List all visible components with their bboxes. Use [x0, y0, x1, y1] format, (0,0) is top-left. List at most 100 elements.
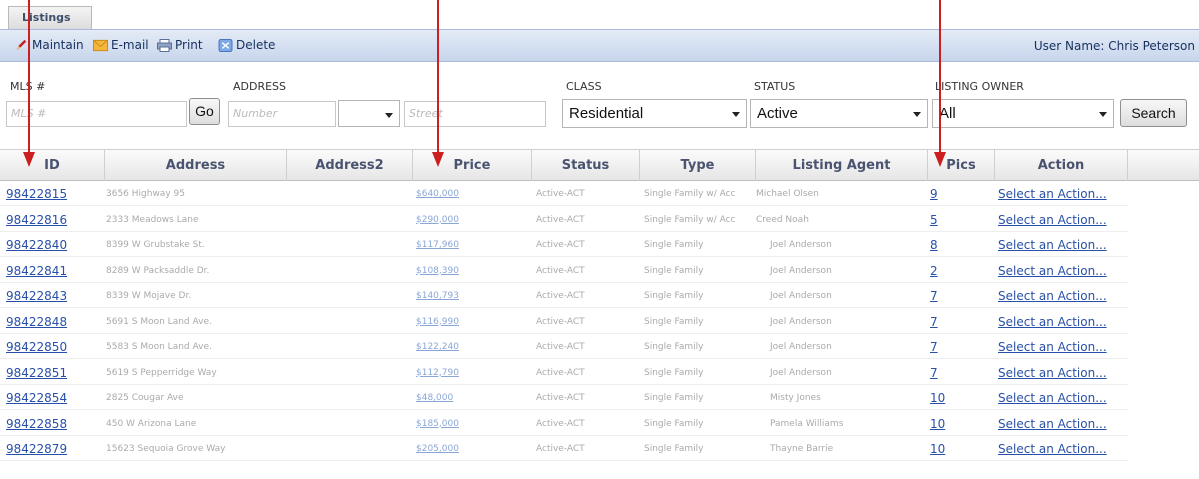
column-header-action[interactable]: Action [995, 150, 1128, 181]
print-button[interactable]: Print [157, 38, 203, 52]
listing-id-link[interactable]: 98422858 [6, 412, 101, 436]
listing-agent-cell: Joel Anderson [770, 265, 832, 276]
listing-id-link[interactable]: 98422879 [6, 437, 101, 461]
email-button[interactable]: E-mail [93, 38, 149, 52]
column-header-status[interactable]: Status [532, 150, 640, 181]
type-cell: Single Family [644, 240, 704, 250]
listing-id-link[interactable]: 98422848 [6, 310, 101, 334]
email-label: E-mail [111, 38, 149, 52]
price-link[interactable]: $48,000 [416, 386, 516, 410]
toolbar: Maintain E-mail Print Delete User Name: … [0, 29, 1199, 62]
print-label: Print [175, 38, 203, 52]
listing-owner-select[interactable]: All [932, 99, 1114, 128]
pics-link[interactable]: 7 [930, 310, 970, 334]
chevron-down-icon [1099, 112, 1107, 117]
type-cell: Single Family [644, 367, 704, 378]
select-action-link[interactable]: Select an Action... [998, 361, 1126, 385]
table-row: 98422858 450 W Arizona Lane $185,000 Active… [0, 412, 1128, 436]
listing-agent-cell: Pamela Williams [770, 418, 844, 429]
price-link[interactable]: $185,000 [416, 412, 516, 436]
pics-link[interactable]: 2 [930, 259, 970, 283]
status-cell: Active-ACT [536, 367, 585, 378]
select-action-link[interactable]: Select an Action... [998, 208, 1126, 232]
tab-listings[interactable]: Listings [8, 6, 92, 29]
listing-agent-cell: Joel Anderson [770, 316, 832, 327]
status-select[interactable]: Active [750, 99, 928, 128]
class-select[interactable]: Residential [562, 99, 747, 128]
column-header-listing-agent[interactable]: Listing Agent [756, 150, 928, 181]
select-action-link[interactable]: Select an Action... [998, 259, 1126, 283]
column-header-type[interactable]: Type [640, 150, 756, 181]
column-header-address2[interactable]: Address2 [287, 150, 413, 181]
type-cell: Single Family [644, 316, 704, 327]
listing-id-link[interactable]: 98422854 [6, 386, 101, 410]
listing-agent-cell: Thayne Barrie [770, 444, 834, 454]
pics-link[interactable]: 10 [930, 437, 970, 461]
price-link[interactable]: $116,990 [416, 310, 516, 334]
select-action-link[interactable]: Select an Action... [998, 182, 1126, 206]
arrow-annotation-price [432, 0, 444, 167]
price-link[interactable]: $140,793 [416, 284, 516, 308]
number-input[interactable]: Number [228, 101, 336, 127]
price-link[interactable]: $112,790 [416, 361, 516, 385]
listing-owner-label: LISTING OWNER [935, 80, 1024, 93]
price-link[interactable]: $117,960 [416, 233, 516, 257]
listing-id-link[interactable]: 98422851 [6, 361, 101, 385]
listing-id-link[interactable]: 98422816 [6, 208, 101, 232]
pics-link[interactable]: 9 [930, 182, 970, 206]
pics-link[interactable]: 8 [930, 233, 970, 257]
maintain-label: Maintain [32, 38, 84, 52]
address-cell: 15623 Sequoia Grove Way [106, 444, 226, 454]
pics-link[interactable]: 7 [930, 284, 970, 308]
direction-select[interactable] [338, 100, 400, 127]
table-row: 98422854 2825 Cougar Ave $48,000 Active-ACT… [0, 386, 1128, 410]
select-action-link[interactable]: Select an Action... [998, 412, 1126, 436]
street-input[interactable]: Street [404, 101, 546, 127]
type-cell: Single Family [644, 342, 704, 352]
address-cell: 3656 Highway 95 [106, 189, 185, 199]
select-action-link[interactable]: Select an Action... [998, 386, 1126, 410]
chevron-down-icon [913, 112, 921, 117]
address-cell: 2825 Cougar Ave [106, 393, 184, 403]
address-cell: 2333 Meadows Lane [106, 214, 199, 225]
listing-id-link[interactable]: 98422841 [6, 259, 101, 283]
price-link[interactable]: $122,240 [416, 335, 516, 359]
column-header-address[interactable]: Address [105, 150, 287, 181]
search-button[interactable]: Search [1120, 99, 1187, 127]
listing-id-link[interactable]: 98422850 [6, 335, 101, 359]
listing-id-link[interactable]: 98422815 [6, 182, 101, 206]
pics-link[interactable]: 10 [930, 386, 970, 410]
pics-link[interactable]: 10 [930, 412, 970, 436]
select-action-link[interactable]: Select an Action... [998, 310, 1126, 334]
go-button[interactable]: Go [189, 98, 220, 125]
listing-agent-cell: Joel Anderson [770, 240, 832, 250]
status-cell: Active-ACT [536, 291, 585, 301]
table-row: 98422841 8289 W Packsaddle Dr. $108,390 Act… [0, 259, 1128, 283]
envelope-icon [93, 39, 108, 51]
listing-id-link[interactable]: 98422843 [6, 284, 101, 308]
column-header-id[interactable]: ID [0, 150, 105, 181]
chevron-down-icon [732, 112, 740, 117]
price-link[interactable]: $205,000 [416, 437, 516, 461]
listing-id-link[interactable]: 98422840 [6, 233, 101, 257]
status-cell: Active-ACT [536, 214, 585, 225]
price-link[interactable]: $108,390 [416, 259, 516, 283]
printer-icon [157, 38, 172, 52]
price-link[interactable]: $640,000 [416, 182, 516, 206]
pics-link[interactable]: 5 [930, 208, 970, 232]
listing-agent-cell: Joel Anderson [770, 367, 832, 378]
pics-link[interactable]: 7 [930, 335, 970, 359]
address-cell: 8289 W Packsaddle Dr. [106, 265, 210, 276]
address-cell: 450 W Arizona Lane [106, 418, 197, 429]
listing-agent-cell: Joel Anderson [770, 342, 832, 352]
select-action-link[interactable]: Select an Action... [998, 437, 1126, 461]
select-action-link[interactable]: Select an Action... [998, 233, 1126, 257]
price-link[interactable]: $290,000 [416, 208, 516, 232]
class-value: Residential [569, 105, 644, 122]
select-action-link[interactable]: Select an Action... [998, 335, 1126, 359]
pics-link[interactable]: 7 [930, 361, 970, 385]
type-cell: Single Family [644, 265, 704, 276]
status-value: Active [757, 105, 798, 122]
delete-button[interactable]: Delete [218, 38, 275, 52]
select-action-link[interactable]: Select an Action... [998, 284, 1126, 308]
